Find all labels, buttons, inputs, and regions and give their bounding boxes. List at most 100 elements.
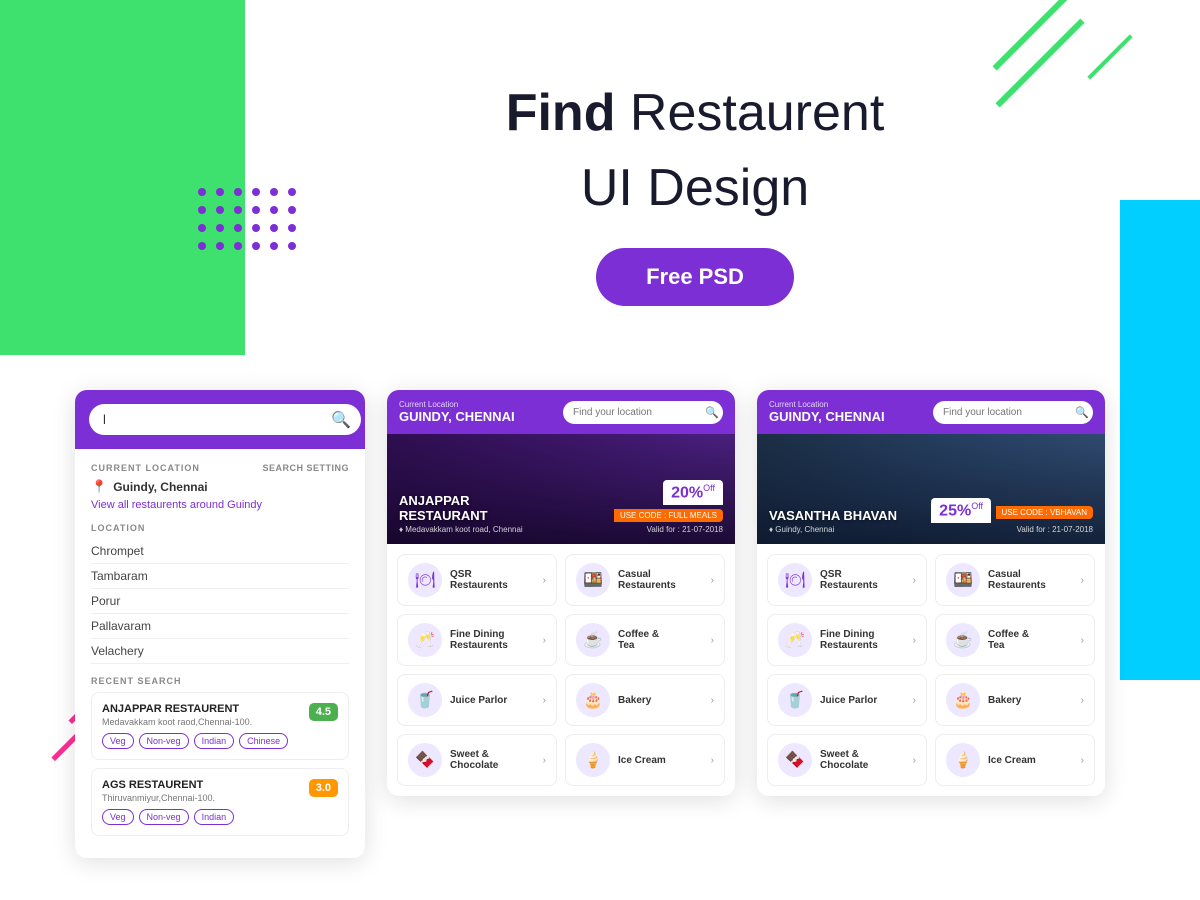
cat-icecream[interactable]: 🍦 Ice Cream › — [565, 734, 725, 786]
cat-casual-label: CasualRestaurents — [618, 569, 711, 591]
screen2-code: USE CODE : FULL MEALS — [614, 509, 723, 522]
s3-cat-qsr-arrow: › — [913, 575, 916, 586]
screen2-search-input[interactable] — [573, 407, 705, 418]
cat-bakery-label: Bakery — [618, 695, 711, 706]
anjappar-address: Medavakkam koot raod,Chennai-100. — [102, 717, 252, 727]
cat-casual-icon: 🍱 — [576, 563, 610, 597]
screen1-header: 🔍 — [75, 390, 365, 449]
screen2-valid: Valid for : 21-07-2018 — [556, 525, 723, 534]
s3-cat-casual-arrow: › — [1081, 575, 1084, 586]
screen3-search-input[interactable] — [943, 407, 1075, 418]
screen3-code: USE CODE : VBHAVAN — [996, 506, 1094, 519]
cat-coffee-label: Coffee &Tea — [618, 629, 711, 651]
cat-fine-dining-arrow: › — [543, 635, 546, 646]
cat-coffee[interactable]: ☕ Coffee &Tea › — [565, 614, 725, 666]
screen2-discount: 20%Off — [663, 480, 723, 505]
s3-cat-casual[interactable]: 🍱 CasualRestaurents › — [935, 554, 1095, 606]
cat-juice-label: Juice Parlor — [450, 695, 543, 706]
s3-cat-sweet[interactable]: 🍫 Sweet &Chocolate › — [767, 734, 927, 786]
s3-cat-coffee-icon: ☕ — [946, 623, 980, 657]
cat-juice-icon: 🥤 — [408, 683, 442, 717]
s3-cat-juice[interactable]: 🥤 Juice Parlor › — [767, 674, 927, 726]
location-porur[interactable]: Porur — [91, 589, 349, 614]
deco-dot-grid — [195, 185, 299, 253]
screen3-restaurant-name: VASANTHA BHAVAN — [769, 508, 897, 523]
recent-search-section: RECENT SEARCH ANJAPPAR RESTAURENT Medava… — [91, 676, 349, 836]
screen3-restaurant-addr: ♦ Guindy, Chennai — [769, 525, 897, 534]
screen3-search-icon: 🔍 — [1075, 406, 1089, 419]
screen1-search-button[interactable]: 🔍 — [331, 410, 351, 430]
s3-cat-qsr[interactable]: 🍽 QSRRestaurents › — [767, 554, 927, 606]
screen-3-alt: Current Location GUINDY, CHENNAI 🔍 VASAN… — [757, 390, 1105, 796]
cat-icecream-label: Ice Cream — [618, 755, 711, 766]
restaurant-card-ags[interactable]: AGS RESTAURENT Thiruvanmiyur,Chennai-100… — [91, 768, 349, 836]
view-all-link[interactable]: View all restaurents around Guindy — [91, 499, 349, 511]
cat-sweet-arrow: › — [543, 755, 546, 766]
screen3-banner-content: VASANTHA BHAVAN ♦ Guindy, Chennai 25%Off… — [769, 498, 1093, 534]
title-normal-part: Restaurent — [615, 84, 884, 142]
s3-cat-sweet-icon: 🍫 — [778, 743, 812, 777]
location-tambaram[interactable]: Tambaram — [91, 564, 349, 589]
page-title: Find Restaurent — [370, 80, 1020, 148]
screen3-search-box[interactable]: 🔍 — [933, 401, 1093, 424]
s3-cat-coffee-arrow: › — [1081, 635, 1084, 646]
s3-cat-sweet-label: Sweet &Chocolate — [820, 749, 913, 771]
tag-non-veg2: Non-veg — [139, 809, 189, 825]
s3-cat-icecream[interactable]: 🍦 Ice Cream › — [935, 734, 1095, 786]
cat-qsr-icon: 🍽 — [408, 563, 442, 597]
cat-casual[interactable]: 🍱 CasualRestaurents › — [565, 554, 725, 606]
s3-cat-fine-dining[interactable]: 🥂 Fine DiningRestaurents › — [767, 614, 927, 666]
location-pallavaram[interactable]: Pallavaram — [91, 614, 349, 639]
cat-sweet-label: Sweet &Chocolate — [450, 749, 543, 771]
hero-section: Find Restaurent UI Design Free PSD — [370, 80, 1020, 306]
screen3-loc-label: Current Location — [769, 400, 885, 409]
title-bold-part: Find — [506, 84, 616, 142]
location-velachery[interactable]: Velachery — [91, 639, 349, 664]
free-psd-button[interactable]: Free PSD — [596, 248, 794, 306]
location-section-label: LOCATION — [91, 523, 349, 533]
deco-cyan-rectangle — [1120, 200, 1200, 680]
current-location-label: CURRENT LOCATION SEARCH SETTING — [91, 463, 349, 473]
s3-cat-icecream-arrow: › — [1081, 755, 1084, 766]
current-location-name: Guindy, Chennai — [113, 480, 207, 494]
cat-bakery[interactable]: 🎂 Bakery › — [565, 674, 725, 726]
screens-container: 🔍 CURRENT LOCATION SEARCH SETTING 📍 Guin… — [75, 390, 1105, 858]
screen1-search-input[interactable] — [89, 404, 361, 435]
cat-sweet[interactable]: 🍫 Sweet &Chocolate › — [397, 734, 557, 786]
s3-cat-bakery[interactable]: 🎂 Bakery › — [935, 674, 1095, 726]
screen2-header: Current Location GUINDY, CHENNAI 🔍 — [387, 390, 735, 434]
cat-casual-arrow: › — [711, 575, 714, 586]
s3-cat-bakery-label: Bakery — [988, 695, 1081, 706]
screen3-categories: 🍽 QSRRestaurents › 🍱 CasualRestaurents ›… — [757, 544, 1105, 796]
ags-address: Thiruvanmiyur,Chennai-100. — [102, 793, 215, 803]
location-chrompet[interactable]: Chrompet — [91, 539, 349, 564]
recent-search-label: RECENT SEARCH — [91, 676, 349, 686]
cat-qsr[interactable]: 🍽 QSRRestaurents › — [397, 554, 557, 606]
cat-qsr-label: QSRRestaurents — [450, 569, 543, 591]
cat-bakery-arrow: › — [711, 695, 714, 706]
ags-tags: Veg Non-veg Indian — [102, 809, 338, 825]
deco-green-line-3 — [1087, 34, 1132, 79]
cat-fine-dining[interactable]: 🥂 Fine DiningRestaurents › — [397, 614, 557, 666]
search-setting-label: SEARCH SETTING — [262, 463, 349, 473]
cat-coffee-icon: ☕ — [576, 623, 610, 657]
s3-cat-juice-arrow: › — [913, 695, 916, 706]
cat-juice[interactable]: 🥤 Juice Parlor › — [397, 674, 557, 726]
page-subtitle: UI Design — [370, 158, 1020, 218]
cat-icecream-arrow: › — [711, 755, 714, 766]
screen2-search-box[interactable]: 🔍 — [563, 401, 723, 424]
tag-chinese: Chinese — [239, 733, 288, 749]
cat-juice-arrow: › — [543, 695, 546, 706]
deco-green-rectangle — [0, 0, 245, 355]
s3-cat-coffee[interactable]: ☕ Coffee &Tea › — [935, 614, 1095, 666]
s3-cat-bakery-arrow: › — [1081, 695, 1084, 706]
screen3-loc-name: GUINDY, CHENNAI — [769, 409, 885, 424]
s3-cat-qsr-icon: 🍽 — [778, 563, 812, 597]
restaurant-card-anjappar[interactable]: ANJAPPAR RESTAURENT Medavakkam koot raod… — [91, 692, 349, 760]
location-pin-icon: 📍 — [91, 479, 107, 495]
deco-green-line-1 — [993, 0, 1068, 70]
anjappar-tags: Veg Non-veg Indian Chinese — [102, 733, 338, 749]
cat-coffee-arrow: › — [711, 635, 714, 646]
screen2-loc-label: Current Location — [399, 400, 515, 409]
screen3-discount: 25%Off — [931, 498, 991, 523]
